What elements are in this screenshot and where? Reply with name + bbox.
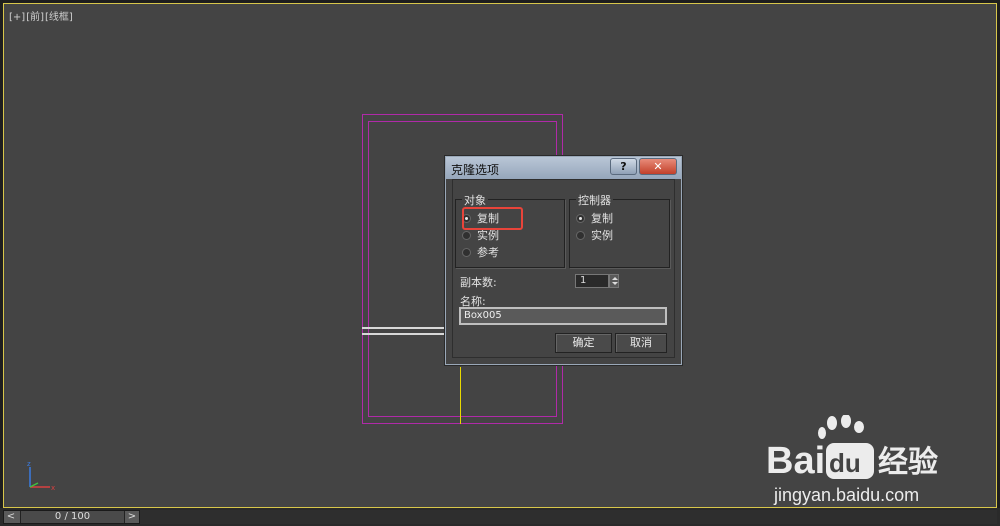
ok-button[interactable]: 确定 bbox=[555, 333, 612, 353]
copies-spinner-arrows-icon[interactable] bbox=[609, 274, 619, 288]
radio-instance[interactable] bbox=[462, 230, 471, 240]
clone-options-dialog: 克隆选项 ? ✕ 对象 复制 实例 参考 控制器 复制 实例 副本数: 1 名称… bbox=[445, 156, 682, 365]
radio-reference-label: 参考 bbox=[477, 246, 499, 259]
highlight-box bbox=[462, 207, 523, 230]
object-group-title: 对象 bbox=[462, 192, 488, 208]
time-slider[interactable]: < 0 / 100 > bbox=[3, 510, 140, 524]
viewport-shading-menu[interactable]: [线框] bbox=[45, 12, 73, 23]
time-next-button[interactable]: > bbox=[125, 511, 139, 523]
viewport-plus-menu[interactable]: [+] bbox=[9, 12, 25, 23]
baidu-jingyan-watermark: Bai du 经验 jingyan.baidu.com bbox=[766, 415, 938, 505]
time-track[interactable] bbox=[140, 510, 997, 524]
watermark-brand-cn: 经验 bbox=[878, 445, 938, 480]
controller-group: 控制器 复制 实例 bbox=[569, 192, 670, 268]
watermark-brand-du: du bbox=[829, 448, 861, 478]
close-button[interactable]: ✕ bbox=[639, 158, 677, 175]
axis-gizmo-icon: z x bbox=[27, 460, 55, 492]
controller-radio-copy[interactable]: 复制 bbox=[576, 211, 613, 225]
wireframe-horizontal-bar bbox=[362, 327, 447, 329]
svg-text:x: x bbox=[51, 484, 55, 492]
copies-label: 副本数: bbox=[460, 276, 497, 289]
dialog-body: 对象 复制 实例 参考 控制器 复制 实例 副本数: 1 名称: Box005 … bbox=[452, 179, 675, 358]
time-slider-bar: < 0 / 100 > bbox=[0, 508, 1000, 526]
baidu-paw-icon bbox=[818, 415, 864, 439]
help-button[interactable]: ? bbox=[610, 158, 637, 175]
controller-radio-copy-button[interactable] bbox=[576, 213, 585, 223]
controller-radio-instance[interactable]: 实例 bbox=[576, 228, 613, 242]
wireframe-selected-edge bbox=[460, 367, 461, 424]
dialog-title: 克隆选项 bbox=[451, 163, 500, 177]
cancel-button[interactable]: 取消 bbox=[615, 333, 667, 353]
watermark-url: jingyan.baidu.com bbox=[773, 485, 919, 505]
controller-radio-instance-label: 实例 bbox=[591, 229, 613, 242]
object-radio-instance[interactable]: 实例 bbox=[462, 228, 499, 242]
copies-spinner-field[interactable]: 1 bbox=[575, 274, 609, 288]
radio-reference[interactable] bbox=[462, 247, 471, 257]
time-slider-thumb[interactable]: 0 / 100 bbox=[20, 511, 125, 523]
controller-radio-copy-label: 复制 bbox=[591, 212, 613, 225]
watermark-brand: Bai bbox=[766, 440, 825, 482]
svg-text:z: z bbox=[27, 460, 31, 468]
time-prev-button[interactable]: < bbox=[4, 511, 18, 523]
viewport-view-menu[interactable]: [前] bbox=[26, 12, 44, 23]
name-input[interactable]: Box005 bbox=[459, 307, 667, 325]
object-radio-reference[interactable]: 参考 bbox=[462, 245, 499, 259]
wireframe-horizontal-bar-2 bbox=[362, 333, 447, 335]
controller-group-title: 控制器 bbox=[576, 192, 613, 208]
dialog-titlebar[interactable]: 克隆选项 ? ✕ bbox=[446, 157, 681, 179]
controller-radio-instance-button[interactable] bbox=[576, 230, 585, 240]
viewport-label[interactable]: [+][前][线框] bbox=[9, 8, 74, 23]
